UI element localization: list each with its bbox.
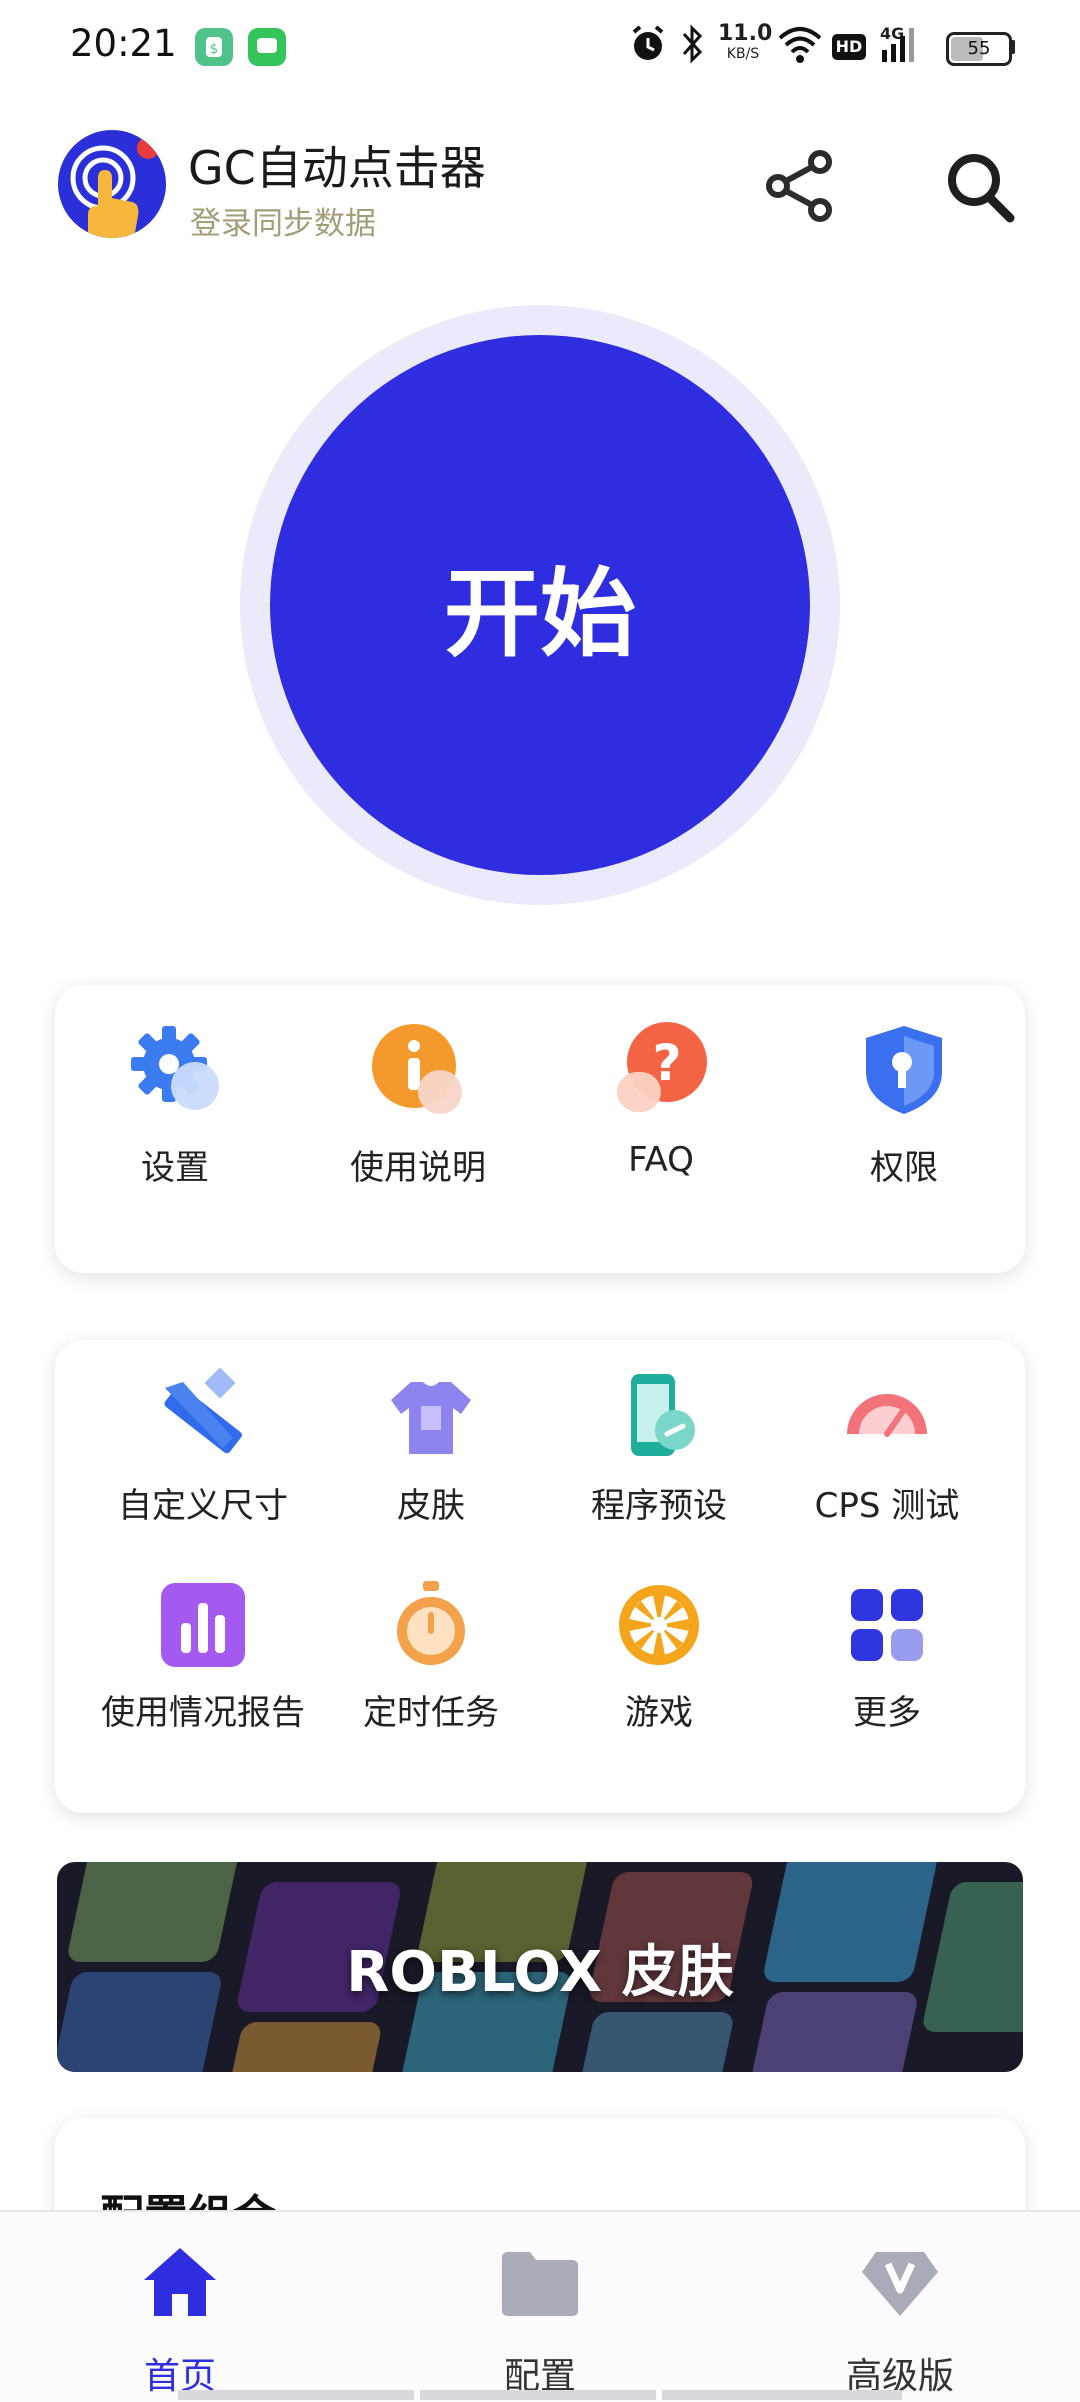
phone-link-icon <box>631 1374 695 1456</box>
cps-test-label: CPS 测试 <box>814 1486 960 1526</box>
bluetooth-icon <box>682 24 703 64</box>
shield-key-icon <box>866 1026 942 1114</box>
network-speed: 11.0 KB/S <box>718 21 773 64</box>
app-logo[interactable] <box>58 130 166 238</box>
speedometer-icon <box>847 1394 927 1437</box>
games-label: 游戏 <box>625 1693 693 1733</box>
question-icon: ? <box>617 1022 707 1112</box>
hd-badge: HD <box>832 34 866 60</box>
custom-size-label: 自定义尺寸 <box>118 1486 288 1526</box>
settings-label: 设置 <box>141 1148 209 1188</box>
cps-test-tile[interactable]: CPS 测试 <box>767 1368 1007 1558</box>
custom-size-tile[interactable]: 自定义尺寸 <box>83 1368 323 1558</box>
status-bar: 20:21 $ 11.0 KB/S HD 4G 55 <box>0 0 1080 95</box>
permissions-tile[interactable]: 权限 <box>784 1020 1024 1210</box>
tshirt-icon <box>391 1382 471 1454</box>
more-tile[interactable]: 更多 <box>767 1575 1007 1765</box>
battery-tip <box>1010 40 1015 54</box>
roblox-skin-banner[interactable]: ROBLOX 皮肤 <box>57 1862 1023 2072</box>
scheduled-task-label: 定时任务 <box>363 1693 499 1733</box>
stopwatch-icon <box>397 1581 465 1665</box>
battery-level: 55 <box>967 38 991 59</box>
premium-diamond-icon <box>862 2252 938 2316</box>
grid-icon <box>851 1589 923 1661</box>
instructions-tile[interactable]: 使用说明 <box>298 1020 538 1210</box>
quick-actions-card: 设置 使用说明 ? FAQ 权限 <box>55 985 1025 1273</box>
home-icon <box>144 2248 216 2316</box>
settings-tile[interactable]: 设置 <box>55 1020 295 1210</box>
wheel-icon <box>619 1585 699 1665</box>
nav-premium[interactable]: 高级版 <box>720 2212 1080 2402</box>
gear-icon <box>131 1026 219 1110</box>
games-tile[interactable]: 游戏 <box>539 1575 779 1765</box>
nav-home[interactable]: 首页 <box>0 2212 360 2402</box>
info-icon <box>372 1024 462 1114</box>
status-time: 20:21 <box>70 22 177 65</box>
banner-title: ROBLOX 皮肤 <box>346 1939 734 2005</box>
start-button[interactable]: 开始 <box>270 335 810 875</box>
more-label: 更多 <box>853 1693 921 1733</box>
usage-report-tile[interactable]: 使用情况报告 <box>83 1575 323 1765</box>
alarm-icon <box>632 25 664 60</box>
net-speed-value: 11.0 <box>718 21 773 46</box>
tools-card: 自定义尺寸 皮肤 程序预设 CPS 测试 使用情况报告 定时任务 游戏 更多 <box>55 1340 1025 1813</box>
program-preset-label: 程序预设 <box>591 1486 727 1526</box>
wallet-app-icon: $ <box>195 28 233 66</box>
scheduled-task-tile[interactable]: 定时任务 <box>311 1575 551 1765</box>
battery-icon: 55 <box>946 32 1012 66</box>
skin-label: 皮肤 <box>397 1486 465 1526</box>
permissions-label: 权限 <box>870 1148 938 1188</box>
faq-tile[interactable]: ? FAQ <box>541 1020 781 1210</box>
net-speed-unit: KB/S <box>726 46 760 62</box>
faq-label: FAQ <box>628 1140 694 1180</box>
instructions-label: 使用说明 <box>350 1148 486 1188</box>
message-app-icon <box>248 28 286 66</box>
signal-icon <box>882 28 914 62</box>
share-icon[interactable] <box>764 148 836 224</box>
svg-text:$: $ <box>210 42 218 57</box>
ruler-pencil-icon <box>164 1368 242 1454</box>
nav-config[interactable]: 配置 <box>360 2212 720 2402</box>
usage-report-label: 使用情况报告 <box>101 1693 305 1733</box>
app-title: GC自动点击器 <box>188 141 486 195</box>
program-preset-tile[interactable]: 程序预设 <box>539 1368 779 1558</box>
gesture-bar <box>178 2390 902 2400</box>
bar-chart-icon <box>161 1583 245 1667</box>
search-icon[interactable] <box>944 148 1016 224</box>
bottom-navigation: 首页 配置 高级版 <box>0 2210 1080 2402</box>
wifi-icon <box>778 27 822 63</box>
login-sync-link[interactable]: 登录同步数据 <box>190 198 376 243</box>
folder-icon <box>502 2252 578 2316</box>
skin-tile[interactable]: 皮肤 <box>311 1368 551 1558</box>
